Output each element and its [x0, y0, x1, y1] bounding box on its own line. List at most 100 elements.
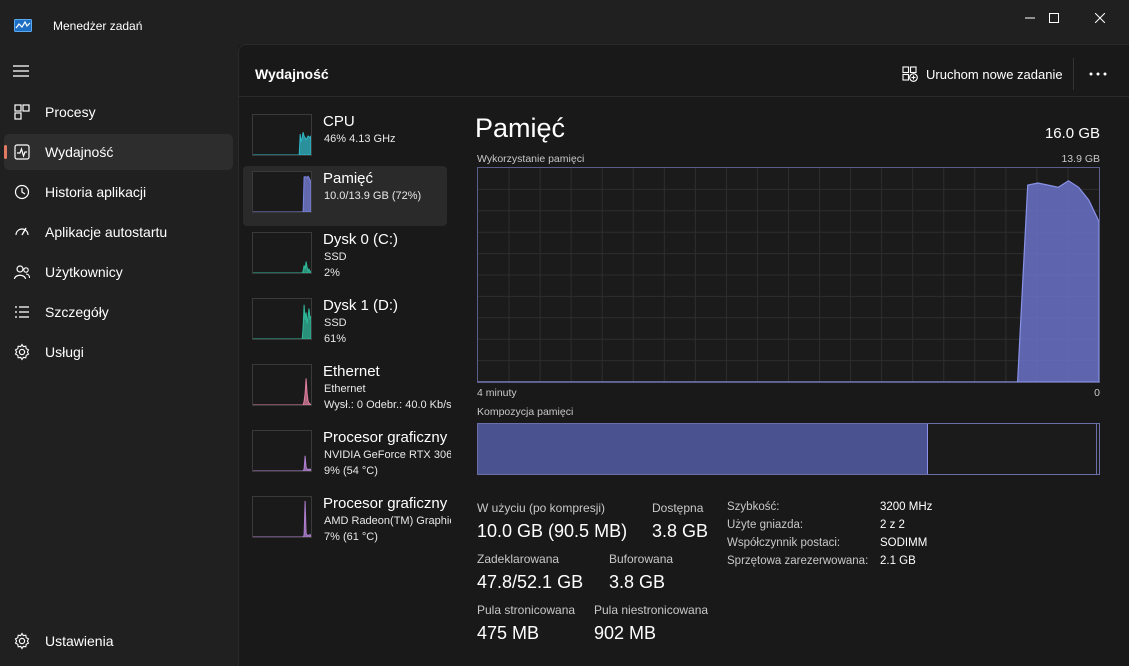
speed-key: Szybkość: [727, 501, 780, 513]
memory-total: 16.0 GB [1044, 125, 1100, 142]
device-thumbnail-graph [252, 114, 312, 156]
device-item-cpu[interactable]: CPU 46% 4.13 GHz [243, 109, 447, 169]
device-item-disk-0[interactable]: Dysk 0 (C:) SSD 2% [243, 227, 447, 287]
device-item-ethernet[interactable]: Ethernet Ethernet Wysł.: 0 Odebr.: 40.0 Kb… [243, 359, 451, 419]
memory-usage-chart [478, 168, 1100, 383]
paged-pool-value: 475 MB [477, 623, 540, 643]
memory-composition-bar [477, 423, 1100, 475]
main-header: Wydajność Uruchom nowe zadanie [239, 45, 1129, 97]
device-metric: Wysł.: 0 Odebr.: 40.0 Kb/s [324, 399, 451, 411]
page-title: Wydajność [255, 66, 329, 82]
device-metric: 61% [324, 333, 347, 345]
device-subtitle: SSD [324, 251, 347, 263]
sidebar-item-label: Procesy [45, 104, 96, 120]
device-item-gpu-1[interactable]: Procesor graficzny 1 AMD Radeon(TM) Graph… [243, 491, 451, 551]
composition-in-use-segment [478, 424, 929, 474]
sidebar-item-processes[interactable]: Procesy [4, 94, 233, 130]
hamburger-menu-icon[interactable] [12, 64, 30, 78]
active-indicator [4, 145, 7, 159]
device-thumbnail-graph [252, 496, 312, 538]
sidebar-item-details[interactable]: Szczegóły [4, 294, 233, 330]
sidebar-item-performance[interactable]: Wydajność [4, 134, 233, 170]
new-task-icon [902, 66, 918, 82]
sidebar-item-app-history[interactable]: Historia aplikacji [4, 174, 233, 210]
run-new-task-label: Uruchom nowe zadanie [926, 66, 1063, 82]
detail-title: Pamięć [475, 113, 566, 143]
slots-value: 2 z 2 [880, 519, 905, 531]
device-name: Pamięć [323, 170, 374, 187]
available-label: Dostępna [652, 501, 704, 515]
device-name: Dysk 0 (C:) [323, 231, 398, 248]
sidebar-item-services[interactable]: Usługi [4, 334, 233, 370]
device-name: Procesor graficzny 1 [323, 495, 451, 512]
device-metric: 7% (61 °C) [324, 531, 378, 543]
startup-apps-icon [15, 227, 29, 236]
nonpaged-pool-label: Pula niestronicowana [594, 603, 709, 617]
more-options-icon [1089, 72, 1107, 76]
form-factor-key: Współczynnik postaci: [727, 537, 841, 549]
cached-label: Buforowana [609, 552, 674, 566]
in-use-value: 10.0 GB (90.5 MB) [477, 521, 628, 541]
device-subtitle: AMD Radeon(TM) Graphics [324, 515, 451, 527]
task-manager-icon [14, 19, 32, 32]
nonpaged-pool-value: 902 MB [594, 623, 657, 643]
device-thumbnail-graph [252, 298, 312, 340]
sidebar-item-label: Aplikacje autostartu [45, 224, 168, 240]
device-subtitle: 46% 4.13 GHz [324, 133, 396, 145]
app-history-icon [14, 184, 30, 200]
services-icon [14, 343, 30, 361]
time-axis-left: 4 minuty [477, 387, 517, 399]
more-options-button[interactable] [1085, 62, 1111, 86]
close-button[interactable] [1077, 0, 1123, 36]
window-title: Menedżer zadań [53, 19, 143, 33]
device-thumbnail-graph [252, 232, 312, 274]
usage-graph-label: Wykorzystanie pamięci [477, 153, 585, 165]
sidebar-item-settings[interactable]: Ustawienia [4, 623, 233, 659]
committed-label: Zadeklarowana [477, 552, 560, 566]
device-subtitle: Ethernet [324, 383, 366, 395]
sidebar-item-label: Szczegóły [45, 304, 109, 320]
paged-pool-label: Pula stronicowana [477, 603, 576, 617]
device-item-gpu-0[interactable]: Procesor graficzny 0 NVIDIA GeForce RTX 3… [243, 425, 451, 485]
form-factor-value: SODIMM [880, 537, 928, 549]
memory-usage-graph [477, 167, 1100, 383]
performance-icon [14, 144, 30, 160]
available-value: 3.8 GB [652, 521, 709, 541]
users-icon [13, 265, 31, 280]
speed-value: 3200 MHz [880, 501, 933, 513]
hw-reserved-key: Sprzętowa zarezerwowana: [727, 555, 869, 567]
sidebar-item-label: Ustawienia [45, 633, 114, 649]
main-panel: Wydajność Uruchom nowe zadanie CPU 46% 4.… [238, 44, 1129, 666]
device-thumbnail-graph [252, 430, 312, 472]
device-name: Procesor graficzny 0 [323, 429, 451, 446]
sidebar-item-startup-apps[interactable]: Aplikacje autostartu [4, 214, 233, 250]
details-icon [15, 306, 29, 318]
committed-value: 47.8/52.1 GB [477, 572, 584, 592]
sidebar-item-label: Użytkownicy [45, 264, 123, 280]
device-thumbnail-graph [252, 364, 312, 406]
device-name: Ethernet [323, 363, 380, 380]
sidebar-item-label: Wydajność [45, 144, 114, 160]
hw-reserved-value: 2.1 GB [880, 555, 916, 567]
device-metric: 9% (54 °C) [324, 465, 378, 477]
cached-value: 3.8 GB [609, 572, 666, 592]
device-item-memory[interactable]: Pamięć 10.0/13.9 GB (72%) [243, 166, 447, 226]
sidebar-item-users[interactable]: Użytkownicy [4, 254, 233, 290]
device-metric: 2% [324, 267, 340, 279]
maximize-button[interactable] [1031, 0, 1077, 36]
device-name: Dysk 1 (D:) [323, 297, 398, 314]
processes-icon [14, 104, 30, 120]
device-item-disk-1[interactable]: Dysk 1 (D:) SSD 61% [243, 293, 447, 353]
usage-graph-max: 13.9 GB [1061, 153, 1100, 165]
maximize-icon [1049, 13, 1059, 23]
device-subtitle: NVIDIA GeForce RTX 3060 [324, 449, 451, 461]
device-subtitle: SSD [324, 317, 347, 329]
device-thumbnail-graph [252, 171, 312, 213]
settings-gear-icon [14, 632, 30, 650]
time-axis-right: 0 [1094, 387, 1100, 399]
close-icon [1095, 13, 1105, 23]
run-new-task-button[interactable]: Uruchom nowe zadanie [902, 59, 1063, 89]
composition-standby-segment [1096, 424, 1099, 474]
sidebar: Procesy Wydajność Historia aplikacji Apl… [0, 44, 238, 666]
composition-label: Kompozycja pamięci [477, 406, 574, 418]
